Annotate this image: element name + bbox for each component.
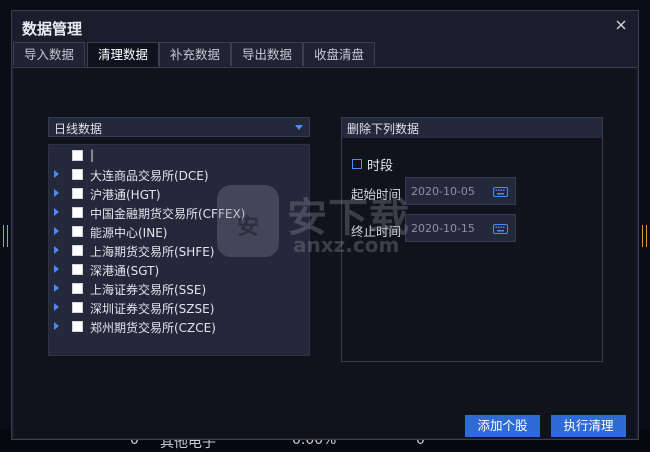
tab-import[interactable]: 导入数据 [13,42,85,66]
data-type-value: 日线数据 [54,122,103,136]
keyboard-icon[interactable] [493,224,508,234]
tree-item-label: 上海证券交易所(SSE) [90,283,207,297]
tab-clean[interactable]: 清理数据 [87,42,159,67]
tree-item: | [49,147,309,166]
tree-item-checkbox[interactable] [72,321,83,332]
tab-supplement[interactable]: 补充数据 [159,42,231,66]
tree-item-checkbox[interactable] [72,150,83,161]
watermark: 安 安下载 anxz.com [217,185,437,265]
watermark-url: anxz.com [293,233,400,257]
caret-right-icon[interactable] [54,322,59,330]
tab-export[interactable]: 导出数据 [231,42,303,66]
shield-icon: 安 [217,185,279,257]
caret-right-icon[interactable] [54,303,59,311]
close-button[interactable] [612,16,630,34]
tree-item-checkbox[interactable] [72,226,83,237]
caret-right-icon[interactable] [54,189,59,197]
tree-item-checkbox[interactable] [72,207,83,218]
tree-item-checkbox[interactable] [72,169,83,180]
background-chart-tick [642,225,643,247]
tree-item-sse: 上海证券交易所(SSE) [49,280,309,299]
background-chart-tick [646,225,647,247]
tab-close-settle[interactable]: 收盘清盘 [303,42,375,66]
execute-clean-button[interactable]: 执行清理 [551,415,626,437]
tree-item-checkbox[interactable] [72,188,83,199]
tree-item-checkbox[interactable] [72,264,83,275]
tree-item-label: 郑州期货交易所(CZCE) [90,321,216,335]
tree-item-checkbox[interactable] [72,283,83,294]
background-chart-tick [7,225,8,247]
delete-group-header: 删除下列数据 [342,118,602,138]
period-checkbox[interactable] [352,159,362,169]
caret-right-icon[interactable] [54,265,59,273]
tree-item-label: 能源中心(INE) [90,226,168,240]
data-type-select[interactable]: 日线数据 [48,117,310,137]
caret-right-icon[interactable] [54,170,59,178]
caret-right-icon[interactable] [54,284,59,292]
tree-item-dce: 大连商品交易所(DCE) [49,166,309,185]
period-label: 时段 [367,159,394,174]
caret-right-icon[interactable] [54,227,59,235]
tree-item-label: 深港通(SGT) [90,264,160,278]
tree-item-checkbox[interactable] [72,245,83,256]
caret-right-icon[interactable] [54,208,59,216]
keyboard-icon[interactable] [493,187,508,197]
tab-bar: 导入数据 清理数据 补充数据 导出数据 收盘清盘 [13,42,637,68]
caret-right-icon[interactable] [54,246,59,254]
tree-item-checkbox[interactable] [72,302,83,313]
delete-group-title: 删除下列数据 [347,122,420,136]
dialog-title: 数据管理 [22,20,83,38]
tree-item-label: 大连商品交易所(DCE) [90,169,209,183]
tree-item-czce: 郑州期货交易所(CZCE) [49,318,309,337]
background-chart-tick [3,225,4,247]
add-stock-button[interactable]: 添加个股 [465,415,540,437]
tree-item-szse: 深圳证券交易所(SZSE) [49,299,309,318]
tree-item-label: 沪港通(HGT) [90,188,161,202]
tree-item-label: | [90,148,95,162]
chevron-down-icon [295,125,303,130]
tree-item-label: 上海期货交易所(SHFE) [90,245,215,259]
close-icon [616,20,626,30]
tree-item-label: 深圳证券交易所(SZSE) [90,302,215,316]
